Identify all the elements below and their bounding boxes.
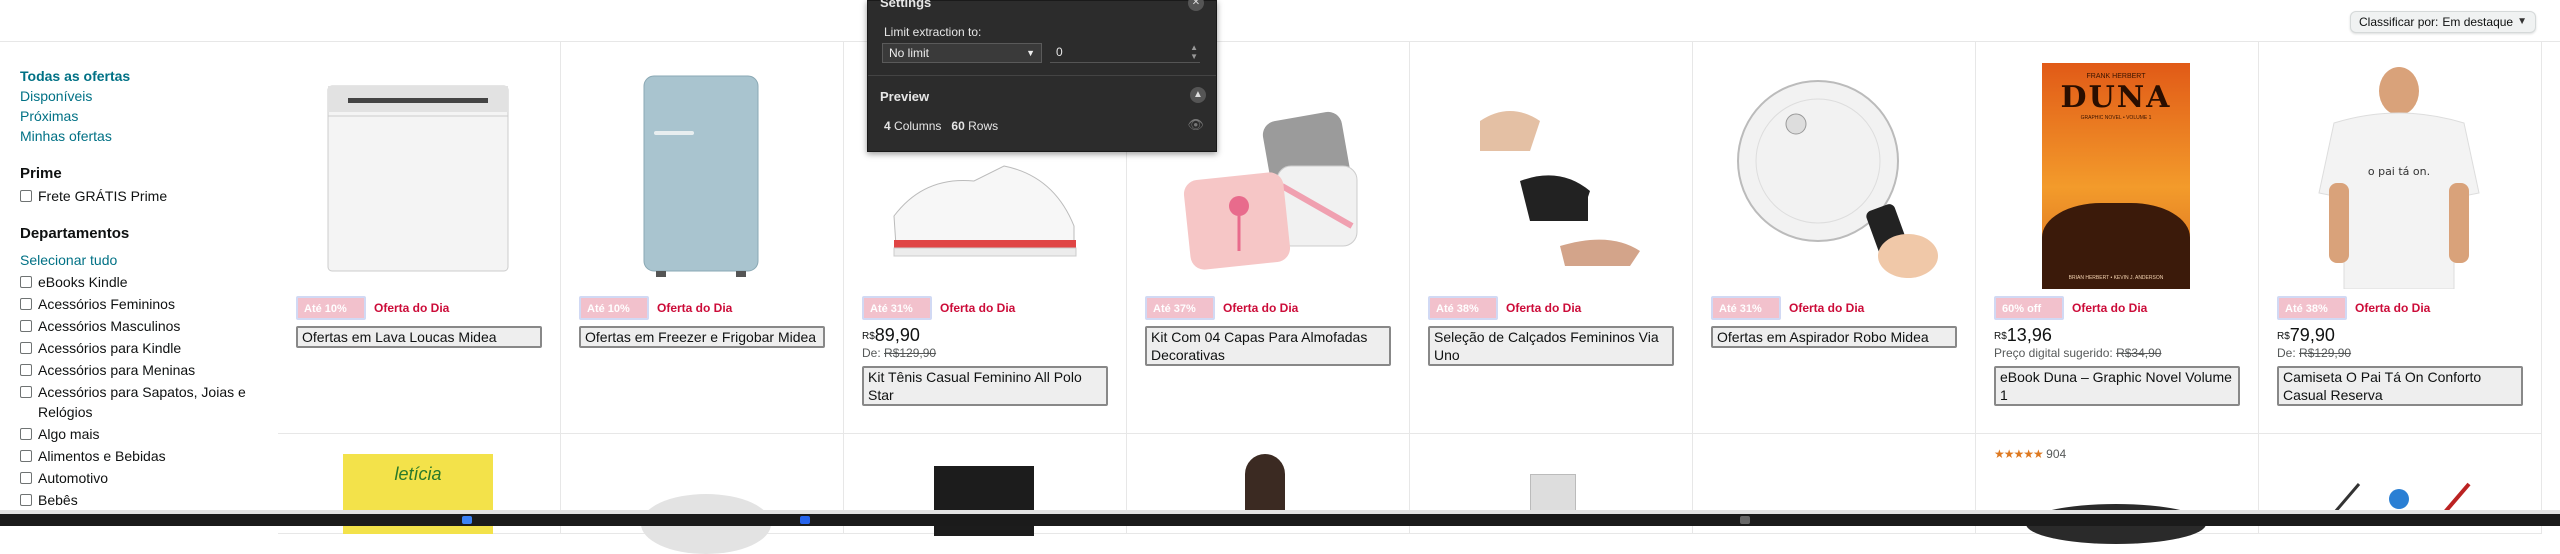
deal-card[interactable]: Até 10% off Oferta do Dia Ofertas em Lava… bbox=[278, 42, 561, 434]
chevron-down-icon: ▼ bbox=[1026, 48, 1035, 58]
taskbar bbox=[0, 514, 2560, 526]
dept-checkbox[interactable]: Acessórios para Sapatos, Joias e Relógio… bbox=[20, 382, 260, 422]
dept-checkbox[interactable]: Acessórios para Meninas bbox=[20, 360, 278, 380]
app-icon[interactable] bbox=[800, 516, 810, 524]
original-price: De: R$129,90 bbox=[862, 346, 937, 360]
dept-checkbox[interactable]: Algo mais bbox=[20, 424, 278, 444]
dept-checkbox[interactable]: Acessórios para Kindle bbox=[20, 338, 278, 358]
sort-dropdown[interactable]: Classificar por: Em destaque ▼ bbox=[2350, 11, 2536, 33]
robot-vacuum-image[interactable] bbox=[1713, 56, 1953, 296]
preview-stats: 4 Columns 60 Rows bbox=[884, 119, 999, 133]
divider bbox=[868, 75, 1216, 76]
prime-heading: Prime bbox=[20, 165, 62, 182]
deal-label: Oferta do Dia bbox=[2355, 301, 2431, 315]
original-price: Preço digital sugerido: R$34,90 bbox=[1994, 346, 2162, 360]
discount-badge: Até 31% off bbox=[1711, 296, 1781, 331]
book-cover-image[interactable]: FRANK HERBERT DUNA GRAPHIC NOVEL • VOLUM… bbox=[1996, 56, 2236, 296]
eye-icon[interactable]: 👁 bbox=[1187, 117, 1204, 133]
deal-label: Oferta do Dia bbox=[940, 301, 1016, 315]
checkbox-icon[interactable] bbox=[20, 386, 32, 398]
price: R$13,96 bbox=[1994, 325, 2052, 345]
select-all-link[interactable]: Selecionar tudo bbox=[20, 250, 278, 270]
discount-badge: 60% off bbox=[1994, 296, 2064, 320]
product-title[interactable]: Kit Tênis Casual Feminino All Polo Star bbox=[862, 366, 1108, 406]
deal-card[interactable]: o pai tá on. Até 38% off Oferta do Dia R$… bbox=[2259, 42, 2542, 434]
discount-badge: Até 31% off bbox=[862, 296, 932, 331]
dept-checkbox[interactable]: Acessórios Femininos bbox=[20, 294, 278, 314]
deal-label: Oferta do Dia bbox=[1789, 301, 1865, 315]
price: R$79,90 bbox=[2277, 325, 2335, 345]
original-price: De: R$129,90 bbox=[2277, 346, 2352, 360]
limit-number-input[interactable]: 0 ▲ ▼ bbox=[1050, 43, 1200, 63]
chevron-up-icon[interactable]: ▲ bbox=[1190, 87, 1206, 103]
settings-title: Settings bbox=[880, 0, 932, 10]
deal-label: Oferta do Dia bbox=[2072, 301, 2148, 315]
discount-badge: Até 10% off bbox=[296, 296, 366, 331]
sort-value: Em destaque bbox=[2442, 15, 2514, 29]
checkbox-icon[interactable] bbox=[20, 428, 32, 440]
deal-card[interactable]: Até 10% off Oferta do Dia Ofertas em Free… bbox=[561, 42, 844, 434]
product-title[interactable]: Camiseta O Pai Tá On Conforto Casual Res… bbox=[2277, 366, 2523, 406]
checkbox-icon[interactable] bbox=[20, 450, 32, 462]
close-icon[interactable]: ✕ bbox=[1188, 0, 1204, 11]
product-title[interactable]: eBook Duna – Graphic Novel Volume 1 bbox=[1994, 366, 2240, 406]
svg-text:o pai tá on.: o pai tá on. bbox=[2368, 165, 2430, 178]
app-icon[interactable] bbox=[462, 516, 472, 524]
app-icon[interactable] bbox=[1740, 516, 1750, 524]
link-my-deals[interactable]: Minhas ofertas bbox=[20, 126, 278, 146]
dept-checkbox[interactable]: Automotivo bbox=[20, 468, 278, 488]
top-bar: Classificar por: Em destaque ▼ bbox=[0, 0, 2560, 42]
deal-card[interactable]: Até 31% off Oferta do Dia Ofertas em Aspi… bbox=[1693, 42, 1976, 434]
checkbox-icon[interactable] bbox=[20, 276, 32, 288]
dept-checkbox[interactable]: Bebês bbox=[20, 490, 278, 510]
link-upcoming[interactable]: Próximas bbox=[20, 106, 278, 126]
shoes-image[interactable] bbox=[1430, 56, 1670, 296]
sort-label: Classificar por: bbox=[2359, 15, 2439, 29]
deal-label: Oferta do Dia bbox=[374, 301, 450, 315]
product-title[interactable]: Ofertas em Lava Loucas Midea bbox=[296, 326, 542, 348]
deal-label: Oferta do Dia bbox=[1223, 301, 1299, 315]
deal-label: Oferta do Dia bbox=[657, 301, 733, 315]
preview-title: Preview bbox=[880, 89, 930, 104]
deal-card[interactable]: Até 38% off Oferta do Dia Seleção de Calç… bbox=[1410, 42, 1693, 434]
discount-badge: Até 37% off bbox=[1145, 296, 1215, 331]
chevron-down-icon: ▼ bbox=[2517, 16, 2527, 27]
spinner-arrows-icon[interactable]: ▲ ▼ bbox=[1190, 43, 1198, 61]
discount-badge: Até 38% off bbox=[2277, 296, 2347, 331]
dept-checkbox[interactable]: Acessórios Masculinos bbox=[20, 316, 278, 336]
fridge-image[interactable] bbox=[581, 56, 821, 296]
limit-select[interactable]: No limit ▼ bbox=[882, 43, 1042, 63]
limit-label: Limit extraction to: bbox=[884, 25, 982, 39]
filter-sidebar: Todas as ofertas Disponíveis Próximas Mi… bbox=[0, 42, 278, 526]
settings-panel: Settings ✕ Limit extraction to: No limit… bbox=[867, 0, 1217, 152]
checkbox-icon[interactable] bbox=[20, 494, 32, 506]
tshirt-image[interactable]: o pai tá on. bbox=[2279, 56, 2519, 296]
prime-checkbox[interactable]: Frete GRÁTIS Prime bbox=[20, 186, 278, 206]
dept-checkbox[interactable]: eBooks Kindle bbox=[20, 272, 278, 292]
deal-label: Oferta do Dia bbox=[1506, 301, 1582, 315]
checkbox-icon[interactable] bbox=[20, 190, 32, 202]
dishwasher-image[interactable] bbox=[298, 56, 538, 296]
checkbox-icon[interactable] bbox=[20, 472, 32, 484]
price: R$89,90 bbox=[862, 325, 920, 345]
product-title[interactable]: Ofertas em Freezer e Frigobar Midea bbox=[579, 326, 825, 348]
link-all-deals[interactable]: Todas as ofertas bbox=[20, 66, 278, 86]
checkbox-icon[interactable] bbox=[20, 320, 32, 332]
product-title[interactable]: Seleção de Calçados Femininos Via Uno bbox=[1428, 326, 1674, 366]
checkbox-icon[interactable] bbox=[20, 298, 32, 310]
deal-card[interactable]: FRANK HERBERT DUNA GRAPHIC NOVEL • VOLUM… bbox=[1976, 42, 2259, 461]
discount-badge: Até 10% off bbox=[579, 296, 649, 331]
departments-heading: Departamentos bbox=[20, 225, 130, 242]
checkbox-icon[interactable] bbox=[20, 364, 32, 376]
checkbox-icon[interactable] bbox=[20, 342, 32, 354]
dept-checkbox[interactable]: Alimentos e Bebidas bbox=[20, 446, 278, 466]
link-available[interactable]: Disponíveis bbox=[20, 86, 278, 106]
discount-badge: Até 38% off bbox=[1428, 296, 1498, 331]
product-title[interactable]: Kit Com 04 Capas Para Almofadas Decorati… bbox=[1145, 326, 1391, 366]
product-title[interactable]: Ofertas em Aspirador Robo Midea bbox=[1711, 326, 1957, 348]
